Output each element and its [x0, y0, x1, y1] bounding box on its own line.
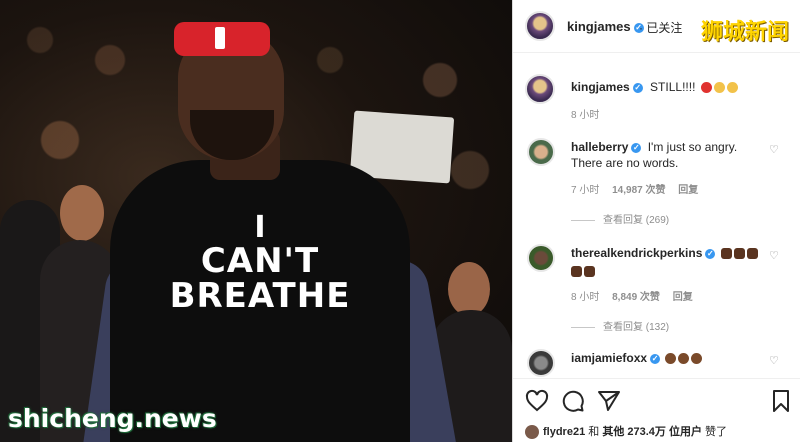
comment-username[interactable]: halleberry ✓ I'm just so angry. — [571, 140, 737, 154]
comment-username[interactable]: iamjamiefoxx ✓ — [571, 351, 703, 365]
fist-emoji-icon — [746, 248, 758, 260]
reply-button[interactable]: 回复 — [678, 185, 698, 196]
comment-time: 7 小时 — [571, 185, 600, 196]
author-avatar[interactable] — [525, 11, 555, 41]
headband-logo — [215, 27, 225, 49]
view-replies-text: 查看回复 (269) — [603, 215, 670, 226]
comment-avatar[interactable] — [527, 138, 555, 166]
background-head — [448, 262, 490, 316]
fist-emoji-icon — [584, 266, 595, 278]
comment-meta: 7 小时 14,987 次赞 回复 — [571, 181, 708, 196]
shirt-line-3: BREATHE — [169, 276, 351, 317]
view-replies[interactable]: 查看回复 (269) — [571, 211, 669, 226]
fist-emoji-icon — [733, 248, 745, 260]
caption-text: STILL!!!! — [650, 80, 696, 94]
comment-like-icon[interactable]: ♡ — [769, 145, 779, 156]
comment-avatar[interactable] — [527, 244, 555, 272]
follow-status[interactable]: · 已关注 — [639, 19, 682, 36]
comment-likes[interactable]: 8,849 次赞 — [612, 292, 660, 303]
flex-emoji-icon — [678, 353, 690, 365]
emoji-icon — [700, 82, 712, 94]
caption-avatar[interactable] — [525, 74, 555, 104]
comment-username[interactable]: therealkendrickperkins ✓ — [571, 246, 758, 260]
comment-meta: 8 小时 8,849 次赞 回复 — [571, 288, 703, 303]
view-replies[interactable]: 查看回复 (132) — [571, 318, 669, 333]
likes-summary: flydre21 和 其他 273.4万 位用户 赞了 — [525, 423, 728, 440]
comment-icon[interactable] — [561, 389, 585, 413]
comment-time: 8 小时 — [571, 292, 600, 303]
shirt-line-2: CAN'T — [200, 240, 320, 281]
comment-username-text: halleberry — [571, 140, 629, 154]
comment-username-text: therealkendrickperkins — [571, 246, 703, 260]
caption-username-text: kingjames — [571, 80, 630, 94]
comment-text: I'm just so angry. — [647, 140, 738, 154]
liker-avatar[interactable] — [525, 425, 539, 440]
verified-icon: ✓ — [650, 353, 661, 364]
likes-count[interactable]: 其他 273.4万 位用户 — [602, 426, 702, 438]
background-head — [60, 185, 104, 241]
shirt-line-1: I — [254, 210, 266, 245]
comment-like-icon[interactable]: ♡ — [769, 251, 779, 262]
emoji-icon — [726, 82, 738, 94]
post-header: kingjames ✓ · 已关注 狮城新闻 — [513, 0, 800, 53]
divider-line — [571, 219, 595, 221]
emoji-icon — [713, 82, 725, 94]
comment-text-line2: There are no words. — [571, 156, 679, 170]
brand-overlay: 狮城新闻 — [700, 20, 789, 45]
author-username-text: kingjames — [567, 19, 631, 34]
share-icon[interactable] — [597, 389, 621, 413]
bookmark-icon[interactable] — [769, 389, 793, 413]
verified-icon: ✓ — [632, 82, 643, 93]
heart-icon[interactable] — [525, 389, 549, 413]
comment-username-text: iamjamiefoxx — [571, 351, 648, 365]
comment-like-icon[interactable]: ♡ — [769, 356, 779, 367]
post-photo: I CAN'T BREATHE shicheng.news — [0, 0, 512, 442]
shirt-slogan: I CAN'T BREATHE — [120, 212, 400, 315]
action-bar: flydre21 和 其他 273.4万 位用户 赞了 — [513, 378, 800, 443]
liker-username[interactable]: flydre21 — [543, 426, 585, 438]
flex-emoji-icon — [665, 353, 677, 365]
caption-time: 8 小时 — [571, 110, 600, 121]
author-username[interactable]: kingjames ✓ — [567, 19, 644, 34]
fist-emoji-icon — [571, 266, 582, 278]
post-side-panel: kingjames ✓ · 已关注 狮城新闻 kingjames ✓ STILL!!… — [512, 0, 800, 443]
comment-avatar[interactable] — [527, 349, 555, 377]
view-replies-text: 查看回复 (132) — [603, 322, 670, 333]
verified-icon: ✓ — [631, 142, 642, 153]
divider-line — [571, 326, 595, 328]
likes-connector: 和 — [588, 426, 600, 438]
flex-emoji-icon — [691, 353, 703, 365]
verified-icon: ✓ — [705, 248, 716, 259]
reply-button[interactable]: 回复 — [673, 292, 693, 303]
likes-suffix: 赞了 — [705, 426, 728, 438]
fist-emoji-icon — [720, 248, 732, 260]
comment-likes[interactable]: 14,987 次赞 — [612, 185, 665, 196]
caption-username[interactable]: kingjames ✓ STILL!!!! — [571, 80, 738, 94]
watermark: shicheng.news — [8, 404, 217, 433]
comment-emoji-line — [571, 263, 595, 281]
